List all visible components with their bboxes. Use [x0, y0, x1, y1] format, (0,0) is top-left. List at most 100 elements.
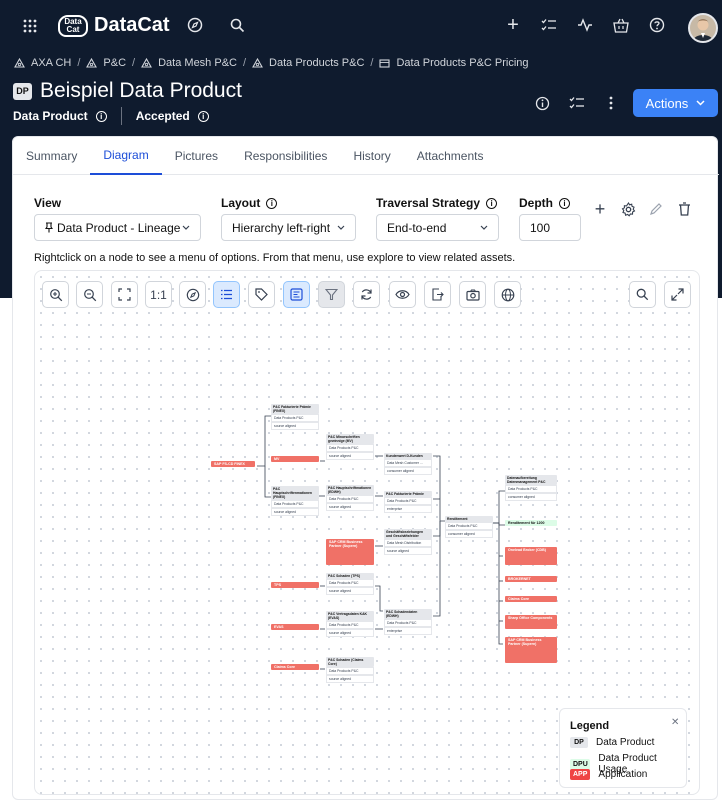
- compass-icon[interactable]: [184, 14, 206, 36]
- dp-node-alignment: source aligned: [326, 452, 374, 460]
- tasks-icon[interactable]: [538, 14, 560, 36]
- depth-label-text: Depth: [519, 196, 553, 210]
- dp-node[interactable]: P&C Schaden (Claims Core) Data Products P…: [326, 657, 374, 683]
- breadcrumb-item[interactable]: AXA CH: [31, 57, 71, 69]
- dp-node-domain: Data Mesh Distribution: [384, 539, 432, 547]
- actions-button[interactable]: Actions: [633, 89, 718, 117]
- breadcrumb-separator: /: [370, 57, 374, 69]
- tab-pictures[interactable]: Pictures: [162, 137, 231, 175]
- tasks-icon[interactable]: [567, 93, 587, 113]
- asset-type-label: Data Product: [13, 109, 88, 123]
- dp-node-domain: Data Products P&C: [505, 485, 557, 493]
- app-node[interactable]: MV: [271, 456, 319, 462]
- gear-icon[interactable]: [619, 200, 637, 218]
- dp-node-domain: Data Products P&C: [445, 522, 493, 530]
- dp-node[interactable]: Geschäftsbeziehungen und Geschäftsfelder…: [384, 529, 432, 555]
- app-node[interactable]: Sharp Office Components: [505, 615, 557, 629]
- dp-node[interactable]: Kundenwert D-Kunden Data Mesh Customer ..…: [384, 453, 432, 475]
- app-node[interactable]: TPS: [271, 582, 319, 588]
- pin-icon: [45, 222, 53, 233]
- dp-node[interactable]: P&C Fakturierte Prämie Data Products P&C e…: [384, 491, 432, 513]
- dp-node[interactable]: P&C Hauptschriftmationen (EDWH) Data Prod…: [326, 485, 374, 511]
- close-icon[interactable]: ✕: [671, 717, 679, 728]
- dp-node-domain: Data Products P&C: [326, 667, 374, 675]
- dp-node-domain: Data Products P&C: [326, 621, 374, 629]
- app-node[interactable]: Claims Core: [505, 596, 557, 602]
- dp-node[interactable]: P&C Vertragsdaten KAK (EVAS) Data Product…: [326, 611, 374, 637]
- breadcrumb-item[interactable]: Data Products P&C Pricing: [396, 57, 528, 69]
- layout-select[interactable]: Hierarchy left-right: [221, 214, 356, 241]
- dp-node[interactable]: P&C Fakturierte Prämie (FINEX) Data Produ…: [271, 404, 319, 430]
- traversal-select[interactable]: End-to-end: [376, 214, 499, 241]
- view-select[interactable]: Data Product - Lineage: [34, 214, 201, 241]
- dp-node-alignment: source aligned: [326, 629, 374, 637]
- tab-diagram[interactable]: Diagram: [90, 137, 162, 175]
- actions-label: Actions: [645, 95, 689, 111]
- info-circle-icon[interactable]: [532, 93, 552, 113]
- dp-node-title: Geschäftsbeziehungen und Geschäftsfelder: [384, 529, 432, 539]
- help-icon[interactable]: [646, 14, 668, 36]
- dp-node[interactable]: Datenaufbereitung Datenmanagement P&C Dat…: [505, 475, 557, 501]
- dp-node-alignment: consumer aligned: [505, 493, 557, 501]
- tab-attachments[interactable]: Attachments: [404, 137, 497, 175]
- content-card: Summary Diagram Pictures Responsibilitie…: [12, 136, 719, 800]
- activity-icon[interactable]: [574, 14, 596, 36]
- edit-icon[interactable]: [647, 200, 665, 218]
- dp-node-title: P&C Schaden (Claims Core): [326, 657, 374, 667]
- tab-summary[interactable]: Summary: [13, 137, 90, 175]
- app-name: DataCat: [94, 14, 170, 36]
- dp-node-alignment: source aligned: [271, 508, 319, 516]
- app-node[interactable]: SAP FS-CD FINEX: [211, 461, 255, 467]
- trash-icon[interactable]: [675, 200, 693, 218]
- dp-node[interactable]: P&C Schadendaten (EDWH) Data Products P&C…: [384, 609, 432, 635]
- app-node[interactable]: SAP CRM Business Partner (Supern): [505, 637, 557, 663]
- app-logo[interactable]: Data Cat DataCat: [58, 14, 170, 37]
- dp-node-title: P&C Hauptschriftenmationen (FINEX): [271, 486, 319, 500]
- dpu-node[interactable]: Renditement für 1200: [505, 520, 557, 526]
- app-node[interactable]: EVAS: [271, 624, 319, 630]
- legend-title: Legend: [570, 720, 610, 732]
- view-select-value: Data Product - Lineage: [45, 221, 180, 235]
- dp-node[interactable]: P&C Schaden (TPS) Data Products P&C source…: [326, 573, 374, 595]
- dp-node-alignment: source aligned: [384, 547, 432, 555]
- domain-icon: [141, 58, 153, 68]
- diagram-canvas[interactable]: 1:1 SAP FS-CD FINEX MV SAP CRM Business …: [34, 270, 700, 795]
- legend-badge: DPU: [570, 758, 591, 770]
- basket-icon[interactable]: [610, 14, 632, 36]
- info-icon[interactable]: i: [197, 110, 209, 122]
- search-icon[interactable]: [226, 14, 248, 36]
- app-node[interactable]: Claims Core: [271, 664, 319, 670]
- info-icon[interactable]: i: [559, 197, 570, 209]
- app-grid-icon[interactable]: [18, 14, 42, 38]
- info-icon[interactable]: i: [486, 197, 498, 209]
- dp-node-alignment: consumer aligned: [384, 467, 432, 475]
- dp-node-title: P&C Hauptschriftmationen (EDWH): [326, 485, 374, 495]
- app-node[interactable]: BROKERNET: [505, 576, 557, 582]
- app-node[interactable]: Onelead Broker (CDB): [505, 547, 557, 565]
- dp-node[interactable]: P&C Hauptschriftenmationen (FINEX) Data P…: [271, 486, 319, 516]
- user-avatar[interactable]: [688, 13, 718, 43]
- dp-node-title: Datenaufbereitung Datenmanagement P&C: [505, 475, 557, 485]
- depth-input[interactable]: 100: [519, 214, 581, 241]
- tab-history[interactable]: History: [340, 137, 403, 175]
- breadcrumb-item[interactable]: P&C: [103, 57, 126, 69]
- breadcrumb-item[interactable]: Data Mesh P&C: [158, 57, 237, 69]
- add-view-icon[interactable]: +: [591, 199, 609, 219]
- dp-node-domain: Data Products P&C: [271, 500, 319, 508]
- more-vertical-icon[interactable]: [603, 93, 619, 113]
- traversal-label-text: Traversal Strategy: [376, 196, 481, 210]
- tab-responsibilities[interactable]: Responsibilities: [231, 137, 340, 175]
- dp-node[interactable]: P&C Minorschriften gewinnige (MV) Data Pr…: [326, 434, 374, 460]
- breadcrumb-item[interactable]: Data Products P&C: [269, 57, 364, 69]
- app-node[interactable]: SAP CRM Business Partner (Supern): [326, 539, 374, 565]
- add-icon[interactable]: +: [502, 14, 524, 36]
- info-icon[interactable]: i: [266, 197, 278, 209]
- folder-icon: [379, 59, 391, 68]
- asset-meta: Data Product i Accepted i: [13, 107, 209, 125]
- dp-node-domain: Data Products P&C: [271, 414, 319, 422]
- breadcrumb-separator: /: [242, 57, 247, 69]
- legend-badge: DP: [570, 737, 588, 748]
- dp-node[interactable]: Renditement Data Products P&C consumer ali…: [445, 516, 493, 538]
- info-icon[interactable]: i: [95, 110, 107, 122]
- dp-node-domain: Data Products P&C: [326, 579, 374, 587]
